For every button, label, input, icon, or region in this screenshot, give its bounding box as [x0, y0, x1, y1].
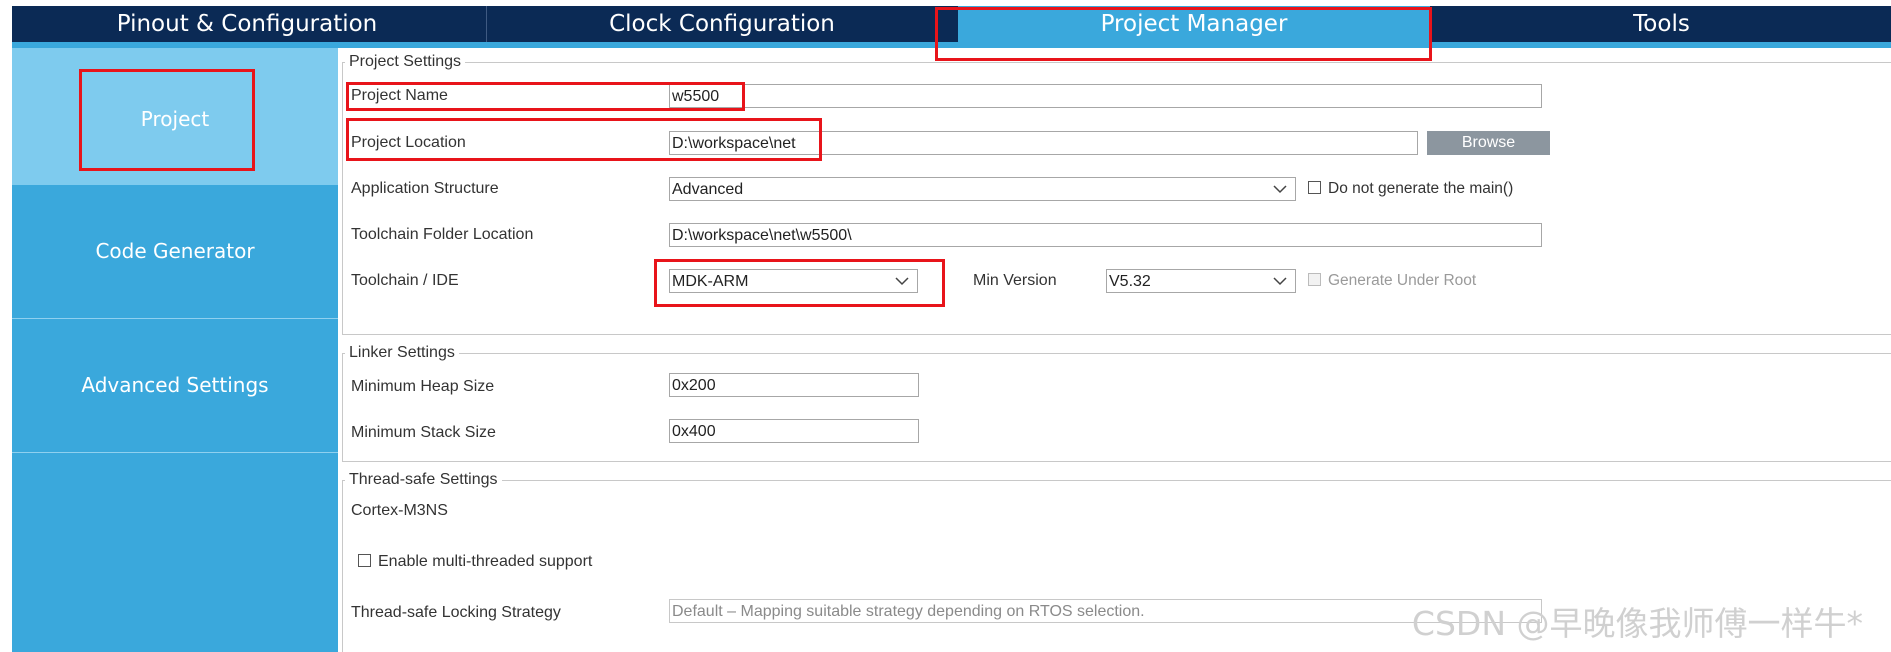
min-version-select[interactable]: V5.32 — [1106, 269, 1296, 293]
app-structure-label: Application Structure — [351, 180, 499, 197]
sidebar-item-advanced-settings[interactable]: Advanced Settings — [12, 319, 338, 452]
toolchain-ide-value: MDK-ARM — [672, 273, 749, 290]
multithread-checkbox[interactable] — [358, 554, 371, 567]
stack-size-label: Minimum Stack Size — [351, 424, 496, 441]
heap-size-label: Minimum Heap Size — [351, 378, 495, 395]
toolchain-folder-label: Toolchain Folder Location — [351, 226, 534, 243]
chevron-down-icon — [1273, 277, 1287, 286]
watermark: CSDN @早晚像我师傅一样牛* — [1411, 604, 1863, 643]
generate-under-root-checkbox[interactable] — [1308, 273, 1321, 286]
tab-project-manager[interactable]: Project Manager — [958, 6, 1430, 42]
sidebar-item-label: Project — [140, 107, 210, 131]
tab-tools[interactable]: Tools — [1432, 6, 1891, 42]
project-location-label: Project Location — [351, 134, 466, 151]
chevron-down-icon — [895, 277, 909, 286]
multithread-label: Enable multi-threaded support — [378, 553, 593, 570]
tab-pinout-configuration[interactable]: Pinout & Configuration — [12, 6, 482, 42]
linker-settings-title: Linker Settings — [345, 344, 459, 362]
no-main-label: Do not generate the main() — [1328, 180, 1514, 197]
browse-button[interactable]: Browse — [1427, 131, 1550, 155]
sidebar-item-label: Advanced Settings — [81, 373, 269, 397]
sidebar-item-code-generator[interactable]: Code Generator — [12, 185, 338, 318]
toolchain-folder-field[interactable]: D:\workspace\net\w5500\ — [669, 223, 1542, 247]
toolchain-ide-select[interactable]: MDK-ARM — [669, 269, 918, 293]
chevron-down-icon — [1273, 185, 1287, 194]
locking-strategy-label: Thread-safe Locking Strategy — [351, 604, 561, 621]
min-version-label: Min Version — [973, 272, 1057, 289]
sidebar-item-project[interactable]: Project — [12, 48, 338, 185]
sidebar: Project Code Generator Advanced Settings — [12, 48, 338, 652]
toolchain-ide-label: Toolchain / IDE — [351, 272, 459, 289]
tab-clock-configuration[interactable]: Clock Configuration — [487, 6, 957, 42]
project-name-field[interactable]: w5500 — [669, 84, 1542, 108]
no-main-checkbox[interactable] — [1308, 181, 1321, 194]
core-label: Cortex-M3NS — [351, 502, 448, 519]
app-structure-select[interactable]: Advanced — [669, 177, 1296, 201]
thread-safe-settings-title: Thread-safe Settings — [345, 471, 502, 489]
group-border — [342, 461, 1891, 462]
heap-size-field[interactable]: 0x200 — [669, 373, 919, 397]
tab-bar: Pinout & Configuration Clock Configurati… — [12, 6, 1891, 42]
generate-under-root-label: Generate Under Root — [1328, 272, 1477, 289]
min-version-value: V5.32 — [1109, 273, 1151, 290]
stack-size-field[interactable]: 0x400 — [669, 419, 919, 443]
group-border — [342, 334, 1891, 335]
project-location-field[interactable]: D:\workspace\net — [669, 131, 1418, 155]
sidebar-divider — [12, 452, 338, 453]
sidebar-item-label: Code Generator — [95, 239, 255, 263]
group-border — [342, 353, 343, 461]
group-border — [342, 353, 1891, 354]
project-name-label: Project Name — [351, 87, 448, 104]
group-border — [342, 480, 1891, 481]
group-border — [342, 62, 343, 334]
group-border — [342, 480, 343, 652]
project-settings-title: Project Settings — [345, 53, 466, 71]
group-border — [342, 62, 1891, 63]
app-structure-value: Advanced — [672, 181, 744, 198]
